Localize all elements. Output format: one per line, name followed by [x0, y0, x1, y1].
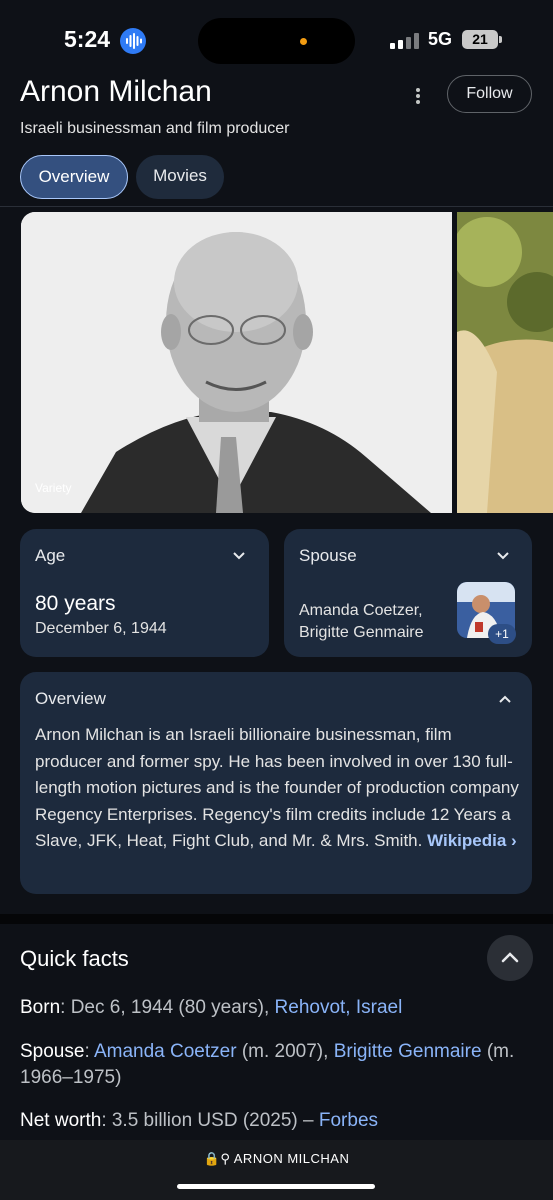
- quick-facts-title: Quick facts: [20, 946, 129, 971]
- tab-movies[interactable]: Movies: [136, 155, 224, 199]
- rehovot-link[interactable]: Rehovot, Israel: [275, 997, 403, 1018]
- age-label: Age: [35, 546, 66, 565]
- overview-label: Overview: [35, 689, 106, 708]
- fact-spouse-sep: :: [84, 1041, 94, 1062]
- wikipedia-link-label: Wikipedia: [427, 831, 507, 850]
- portrait-image[interactable]: [21, 212, 452, 513]
- chevron-up-icon[interactable]: [498, 692, 512, 706]
- url-text: ARNON MILCHAN: [233, 1151, 350, 1166]
- amanda-coetzer-link[interactable]: Amanda Coetzer: [94, 1041, 237, 1062]
- brigitte-genmaire-link[interactable]: Brigitte Genmaire: [334, 1041, 482, 1062]
- secondary-image[interactable]: [457, 212, 553, 513]
- chevron-down-icon[interactable]: [232, 549, 246, 563]
- collapse-quick-facts-button[interactable]: [487, 935, 533, 981]
- entity-subtitle: Israeli businessman and film producer: [20, 120, 290, 137]
- home-indicator[interactable]: [177, 1184, 375, 1189]
- privacy-indicator-dot: [300, 38, 307, 45]
- url-bar[interactable]: 🔒⚲ ARNON MILCHAN: [0, 1151, 553, 1167]
- image-source-label: Variety: [35, 481, 72, 495]
- browser-bottom-bar: [0, 1140, 553, 1200]
- lock-icon: 🔒: [203, 1151, 221, 1166]
- fact-net-worth-value: : 3.5 billion USD (2025) –: [101, 1110, 319, 1131]
- overview-text: Arnon Milchan is an Israeli billionaire …: [35, 722, 520, 855]
- chevron-down-icon[interactable]: [496, 549, 510, 563]
- network-type: 5G: [428, 29, 453, 49]
- search-icon: ⚲: [220, 1151, 231, 1166]
- more-options-icon[interactable]: [408, 84, 428, 108]
- entity-title: Arnon Milchan: [20, 75, 212, 108]
- spouse-label: Spouse: [299, 546, 357, 565]
- follow-button[interactable]: Follow: [447, 75, 532, 113]
- fact-spouse-mid: (m. 2007),: [236, 1041, 334, 1062]
- status-time: 5:24: [64, 26, 111, 52]
- spouse-names: Amanda Coetzer, Brigitte Genmaire: [299, 602, 424, 641]
- fact-net-worth-label: Net worth: [20, 1110, 102, 1131]
- battery-icon: 21: [462, 30, 498, 49]
- battery-tip: [499, 36, 502, 43]
- voice-activity-icon: [120, 28, 146, 54]
- forbes-link[interactable]: Forbes: [319, 1110, 378, 1131]
- wikipedia-link[interactable]: Wikipedia ›: [427, 831, 517, 850]
- fact-spouse: Spouse: Amanda Coetzer (m. 2007), Brigit…: [20, 1039, 535, 1091]
- divider: [0, 206, 553, 207]
- fact-spouse-label: Spouse: [20, 1041, 85, 1062]
- fact-born-value: : Dec 6, 1944 (80 years),: [60, 997, 275, 1018]
- tab-overview[interactable]: Overview: [20, 155, 128, 199]
- birth-date: December 6, 1944: [35, 620, 167, 637]
- dynamic-island: [198, 18, 355, 64]
- age-value: 80 years: [35, 592, 116, 615]
- fact-net-worth: Net worth: 3.5 billion USD (2025) – Forb…: [20, 1108, 535, 1134]
- fact-born: Born: Dec 6, 1944 (80 years), Rehovot, I…: [20, 995, 535, 1021]
- chevron-right-icon: ›: [511, 831, 517, 850]
- more-spouses-badge: +1: [488, 624, 516, 644]
- fact-born-label: Born: [20, 997, 61, 1018]
- signal-icon: [390, 33, 420, 49]
- section-divider: [0, 914, 553, 924]
